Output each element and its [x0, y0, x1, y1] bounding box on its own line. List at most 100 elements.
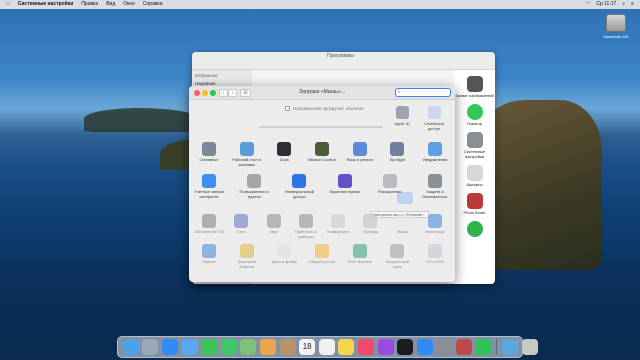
- pref-pane-cd-dvd[interactable]: CD и DVD: [419, 244, 451, 269]
- pref-pane-extensions[interactable]: Расширения: [374, 174, 406, 199]
- pane-label: Загрузочный диск: [385, 259, 410, 269]
- apple-id-icon: [395, 106, 409, 119]
- pref-pane-sidecar[interactable]: Sidecar: [193, 244, 225, 269]
- dock-separator: [496, 339, 498, 355]
- mail-icon[interactable]: [181, 339, 198, 355]
- pref-pane-displays[interactable]: Мониторы: [419, 214, 451, 239]
- podcasts-icon[interactable]: [377, 339, 394, 355]
- downloads-folder-icon[interactable]: [502, 339, 519, 355]
- security-icon: [427, 174, 442, 188]
- pane-label: Spotlight: [389, 157, 406, 162]
- desktop:  Системные настройки Правка Вид Окно Сп…: [0, 0, 640, 360]
- app-photo-booth[interactable]: Photo Booth: [454, 193, 495, 215]
- pref-pane-sound[interactable]: Звук: [258, 214, 290, 239]
- pane-label: Мышь: [396, 229, 409, 234]
- pref-pane-startup-disk[interactable]: Загрузочный диск: [381, 244, 413, 269]
- pref-pane-language[interactable]: Язык и регион: [344, 142, 376, 167]
- energy-icon: [239, 244, 254, 258]
- pref-pane-internet-accounts[interactable]: Учетные записи интернета: [193, 174, 225, 199]
- menu-window[interactable]: Окно: [123, 0, 135, 9]
- pref-pane-apple-id[interactable]: Apple ID: [387, 106, 417, 126]
- pane-label: Sidecar: [202, 259, 216, 264]
- photos-icon[interactable]: [259, 339, 276, 355]
- pref-pane-energy[interactable]: Экономия энергии: [231, 244, 263, 269]
- pref-pane-desktop[interactable]: Рабочий стол и заставка: [231, 142, 263, 167]
- scroll-direction-checkbox[interactable]: [285, 106, 290, 111]
- pref-pane-printers[interactable]: Принтеры и сканеры: [290, 214, 322, 239]
- finder-toolbar: Программы: [192, 52, 495, 70]
- launchpad-icon[interactable]: [142, 339, 159, 355]
- wifi-icon[interactable]: ◠: [586, 0, 590, 9]
- search-icon[interactable]: ⌕: [622, 0, 625, 9]
- pref-pane-network[interactable]: Сеть: [225, 214, 257, 239]
- calendar-icon[interactable]: 18: [299, 339, 316, 355]
- scroll-direction-notice: Направление прокрутки: обычное: [285, 106, 364, 111]
- music-icon[interactable]: [357, 339, 374, 355]
- pref-pane-date-time[interactable]: Дата и время: [268, 244, 300, 269]
- prefs-row-system: Sidecar Экономия энергии Дата и время Общий…: [193, 244, 451, 269]
- appstore-icon[interactable]: [416, 339, 433, 355]
- pref-pane-keyboard[interactable]: Клавиатура: [322, 214, 354, 239]
- desktop-icon: [239, 142, 254, 156]
- trash-icon[interactable]: [521, 339, 538, 355]
- pref-pane-software-update[interactable]: Обновление ПО: [193, 214, 225, 239]
- messages-icon[interactable]: [220, 339, 237, 355]
- users-icon: [247, 174, 262, 188]
- pref-pane-general[interactable]: Основные: [193, 142, 225, 167]
- reminders-icon[interactable]: [318, 339, 335, 355]
- pref-pane-trackpad[interactable]: Трекпад: [354, 214, 386, 239]
- pref-pane-mouse[interactable]: Мышь: [387, 214, 419, 239]
- app-more[interactable]: [454, 221, 495, 237]
- prefs-row-personal: Основные Рабочий стол и заставка Dock Missi…: [193, 142, 451, 167]
- pref-pane-screen-time[interactable]: Экранное время: [329, 174, 361, 199]
- pane-label: Универсальный доступ: [284, 189, 315, 199]
- pref-pane-notifications[interactable]: Уведомления: [419, 142, 451, 167]
- keyboard-icon: [331, 214, 346, 228]
- tv-icon[interactable]: [397, 339, 414, 355]
- pref-pane-users[interactable]: Пользователи и группы: [238, 174, 270, 199]
- screenshots-icon[interactable]: [455, 339, 472, 355]
- island-far: [84, 108, 204, 132]
- menu-help[interactable]: Справка: [143, 0, 163, 9]
- menu-view[interactable]: Вид: [106, 0, 115, 9]
- pref-pane-spotlight[interactable]: Spotlight: [381, 142, 413, 167]
- app-menu[interactable]: Системные настройки: [18, 0, 74, 9]
- pref-pane-dock[interactable]: Dock: [268, 142, 300, 167]
- desktop-hd[interactable]: Macintosh HD: [596, 14, 636, 39]
- whatsapp-icon[interactable]: [475, 339, 492, 355]
- facetime-icon[interactable]: [201, 339, 218, 355]
- pref-pane-mission-control[interactable]: Mission Control: [306, 142, 338, 167]
- app-label: Системные настройки: [463, 149, 486, 159]
- app-system-prefs[interactable]: Системные настройки: [454, 132, 495, 159]
- clock[interactable]: Ср 11:17: [596, 0, 616, 9]
- find-my-icon: [466, 104, 483, 120]
- control-icon[interactable]: ≡: [631, 0, 634, 9]
- finder-apps-column: Захват изображений Локатор Системные нас…: [454, 70, 495, 284]
- pref-pane-accessibility[interactable]: Универсальный доступ: [283, 174, 315, 199]
- safari-icon[interactable]: [161, 339, 178, 355]
- tracking-slider[interactable]: [259, 126, 383, 128]
- pane-label: Трекпад: [362, 229, 378, 234]
- sidebar-header: Избранное: [195, 73, 218, 78]
- pane-label: Защита и безопасность: [422, 189, 448, 199]
- prefs-row-hardware: Обновление ПО Сеть Звук Принтеры и сканеры К…: [193, 214, 451, 239]
- status-area: ◠ Ср 11:17 ⌕ ≡: [580, 0, 634, 9]
- pane-label: Рабочий стол и заставка: [232, 157, 261, 167]
- app-find-my[interactable]: Локатор: [454, 104, 495, 126]
- menu-bar:  Системные настройки Правка Вид Окно Сп…: [0, 0, 640, 9]
- apple-menu-icon[interactable]: : [6, 0, 10, 9]
- app-image-capture[interactable]: Захват изображений: [454, 76, 495, 98]
- search-input[interactable]: ⌕: [395, 88, 451, 97]
- pref-pane-sharing[interactable]: Общий доступ: [306, 244, 338, 269]
- pref-pane-security[interactable]: Защита и безопасность: [419, 174, 451, 199]
- contacts-icon[interactable]: [279, 339, 296, 355]
- app-fonts[interactable]: Шрифты: [454, 165, 495, 187]
- pref-pane-family[interactable]: Семейный доступ: [419, 106, 449, 131]
- menu-edit[interactable]: Правка: [81, 0, 98, 9]
- pane-label: Экономия энергии: [237, 259, 256, 269]
- system-prefs-icon[interactable]: [436, 339, 453, 355]
- pref-pane-time-machine[interactable]: Time Machine: [344, 244, 376, 269]
- notes-icon[interactable]: [338, 339, 355, 355]
- maps-icon[interactable]: [240, 339, 257, 355]
- finder-icon[interactable]: [122, 339, 139, 355]
